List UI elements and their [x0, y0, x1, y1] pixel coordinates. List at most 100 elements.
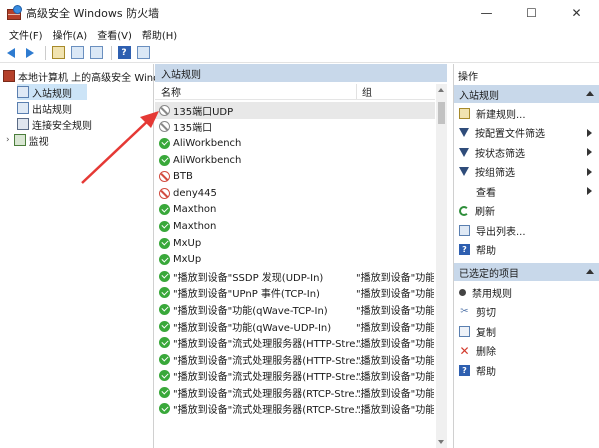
table-row[interactable]: MxUp	[155, 251, 435, 268]
folder-up-icon	[51, 46, 65, 59]
action-label: 刷新	[475, 207, 495, 218]
action-item[interactable]: 刷新	[454, 202, 599, 220]
table-row[interactable]: "播放到设备"功能(qWave-UDP-In) "播放到设备"功能	[155, 318, 435, 335]
scroll-up-icon[interactable]	[438, 88, 444, 92]
table-row[interactable]: "播放到设备"流式处理服务器(HTTP-Stre... "播放到设备"功能	[155, 368, 435, 385]
action-item[interactable]: 新建规则...	[454, 104, 599, 122]
rule-enabled-icon	[159, 353, 170, 365]
table-row[interactable]: deny445	[155, 185, 435, 202]
tree-item-connection-security[interactable]: 连接安全规则	[17, 116, 92, 132]
menu-view[interactable]: 查看(V)	[92, 27, 137, 42]
tree-root[interactable]: 本地计算机 上的高级安全 Windows	[3, 68, 179, 84]
action-item[interactable]: 按配置文件筛选	[454, 124, 599, 142]
menu-action[interactable]: 操作(A)	[48, 27, 93, 42]
table-row[interactable]: Maxthon	[155, 202, 435, 219]
menu-file[interactable]: 文件(F)	[4, 27, 48, 42]
console-tree: 本地计算机 上的高级安全 Windows 入站规则 出站规则 连接安全规则 › …	[0, 64, 179, 448]
table-row[interactable]: AliWorkbench	[155, 135, 435, 152]
rule-name: MxUp	[173, 237, 202, 249]
tree-item-monitoring[interactable]: › 监视	[6, 132, 49, 148]
maximize-button[interactable]: ☐	[509, 0, 554, 26]
section-selected-items[interactable]: 已选定的项目	[454, 263, 599, 281]
rule-enabled-icon	[159, 370, 170, 382]
expand-chevron-icon[interactable]: ›	[6, 135, 10, 145]
help-toolbar-button[interactable]: ?	[116, 45, 132, 61]
window-title: 高级安全 Windows 防火墙	[26, 7, 160, 20]
table-row[interactable]: 135端口	[155, 119, 435, 136]
action-label: 按组筛选	[475, 168, 515, 179]
vertical-scrollbar[interactable]	[436, 84, 447, 448]
scrollbar-thumb[interactable]	[438, 102, 445, 124]
show-tree-button[interactable]	[69, 45, 85, 61]
rules-list: 135端口UDP 135端口 AliWorkbench AliWorkbench BTB…	[155, 102, 435, 417]
table-row[interactable]: MxUp	[155, 235, 435, 252]
scroll-down-icon[interactable]	[438, 440, 444, 444]
collapse-caret-icon[interactable]	[586, 269, 594, 274]
inbound-rules-icon	[17, 86, 29, 98]
cut-icon: ✂	[460, 306, 469, 317]
column-group-header[interactable]: 组	[356, 84, 372, 99]
tree-item-label: 出站规则	[32, 104, 72, 116]
table-row[interactable]: AliWorkbench	[155, 152, 435, 169]
table-row[interactable]: "播放到设备"UPnP 事件(TCP-In) "播放到设备"功能	[155, 285, 435, 302]
back-arrow-icon	[7, 47, 15, 58]
actions-title: 操作	[458, 71, 478, 83]
tree-item-label: 监视	[28, 136, 49, 148]
rule-enabled-icon	[159, 204, 170, 216]
table-row[interactable]: "播放到设备"流式处理服务器(HTTP-Stre... "播放到设备"功能	[155, 351, 435, 368]
menu-help[interactable]: 帮助(H)	[137, 27, 182, 42]
collapse-caret-icon[interactable]	[586, 91, 594, 96]
close-button[interactable]: ✕	[554, 0, 599, 26]
toolbar: ?	[0, 43, 599, 63]
table-row[interactable]: "播放到设备"流式处理服务器(RTCP-Stre... "播放到设备"功能	[155, 401, 435, 418]
table-row[interactable]: "播放到设备"流式处理服务器(RTCP-Stre... "播放到设备"功能	[155, 384, 435, 401]
tree-item-outbound-rules[interactable]: 出站规则	[17, 100, 72, 116]
action-item[interactable]: 查看	[454, 182, 599, 200]
action-item[interactable]: 禁用规则	[454, 283, 599, 301]
action-item[interactable]: 复制	[454, 322, 599, 340]
minimize-button[interactable]: —	[464, 0, 509, 26]
action-item[interactable]: ? 帮助	[454, 361, 599, 379]
table-row[interactable]: Maxthon	[155, 218, 435, 235]
action-item[interactable]: ? 帮助	[454, 241, 599, 259]
list-view-icon	[89, 46, 103, 59]
submenu-arrow-icon	[587, 128, 592, 137]
rule-name: "播放到设备"流式处理服务器(HTTP-Stre...	[173, 355, 365, 367]
filter-icon	[459, 167, 469, 176]
action-item[interactable]: 导出列表...	[454, 221, 599, 239]
up-level-button[interactable]	[50, 45, 66, 61]
column-headers: 名称 组	[155, 84, 435, 100]
action-item[interactable]: 按状态筛选	[454, 143, 599, 161]
table-row[interactable]: "播放到设备"功能(qWave-TCP-In) "播放到设备"功能	[155, 301, 435, 318]
table-row[interactable]: 135端口UDP	[155, 102, 435, 119]
rules-pane: 入站规则 名称 组 135端口UDP 135端口 AliWorkbench AliWo…	[155, 64, 447, 448]
action-item[interactable]: 按组筛选	[454, 163, 599, 181]
submenu-arrow-icon	[587, 148, 592, 156]
submenu-arrow-icon	[587, 187, 592, 195]
action-item[interactable]: ✂ 剪切	[454, 303, 599, 321]
table-row[interactable]: BTB	[155, 168, 435, 185]
blank-icon	[459, 186, 470, 197]
table-row[interactable]: "播放到设备"流式处理服务器(HTTP-Stre... "播放到设备"功能	[155, 334, 435, 351]
rule-name: "播放到设备"SSDP 发现(UDP-In)	[173, 272, 324, 284]
action-pane-button[interactable]	[135, 45, 151, 61]
action-item[interactable]: ✕ 删除	[454, 342, 599, 360]
rule-name: MxUp	[173, 254, 202, 266]
menu-bar: 文件(F) 操作(A) 查看(V) 帮助(H)	[0, 26, 599, 43]
rule-group: "播放到设备"功能	[356, 405, 434, 417]
tree-item-inbound-rules[interactable]: 入站规则	[17, 84, 87, 100]
rule-enabled-icon	[159, 320, 170, 332]
rule-enabled-icon	[159, 137, 170, 149]
rule-enabled-icon	[159, 237, 170, 249]
refresh-icon	[459, 205, 469, 216]
forward-button[interactable]	[22, 45, 38, 61]
rule-group: "播放到设备"功能	[356, 372, 434, 384]
show-list-button[interactable]	[88, 45, 104, 61]
rule-group: "播放到设备"功能	[356, 272, 434, 284]
section-inbound-rules[interactable]: 入站规则	[454, 85, 599, 103]
back-button[interactable]	[3, 45, 19, 61]
table-row[interactable]: "播放到设备"SSDP 发现(UDP-In) "播放到设备"功能	[155, 268, 435, 285]
column-name-header[interactable]: 名称	[161, 84, 181, 99]
submenu-arrow-icon	[587, 167, 592, 176]
rule-name: "播放到设备"流式处理服务器(RTCP-Stre...	[173, 405, 365, 417]
